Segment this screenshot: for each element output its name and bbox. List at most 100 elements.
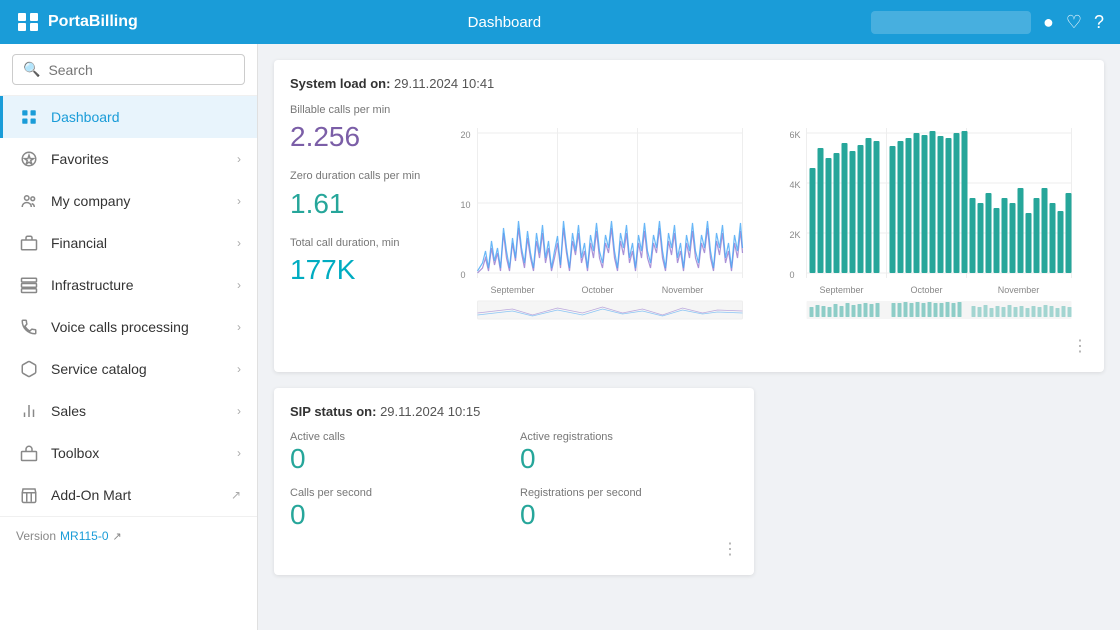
metrics-panel: Billable calls per min 2.256 Zero durati… [290,103,430,328]
sidebar-footer: Version MR115-0 ↗ [0,516,257,555]
sidebar-item-label-financial: Financial [51,235,107,251]
chevron-icon: › [237,446,241,460]
svg-text:0: 0 [461,270,466,280]
chevron-icon: › [237,320,241,334]
chevron-icon: › [237,236,241,250]
svg-text:20: 20 [461,130,471,140]
top-nav-right: ● ♡ ? [871,11,1104,34]
sip-status-title: SIP status on: 29.11.2024 10:15 [290,404,738,419]
sip-metric-calls-per-second: Calls per second 0 [290,487,508,531]
version-link[interactable]: MR115-0 [60,529,108,543]
brand-icon [16,10,40,34]
svg-text:2K: 2K [790,230,801,240]
sidebar-item-favorites[interactable]: Favorites › [0,138,257,180]
metric-billable: Billable calls per min 2.256 [290,103,430,153]
sip-expand-icon[interactable]: ⋮ [722,539,738,559]
version-label: Version [16,529,56,543]
sip-metric-active-calls: Active calls 0 [290,431,508,475]
briefcase-icon [19,233,39,253]
sidebar: 🔍 Dashboard Favorites › [0,44,258,630]
sidebar-item-label-company: My company [51,193,130,209]
sip-status-card: SIP status on: 29.11.2024 10:15 Active c… [274,388,754,575]
star-icon [19,149,39,169]
top-nav: PortaBilling Dashboard ● ♡ ? [0,0,1120,44]
app-brand: PortaBilling [48,13,138,31]
svg-text:0: 0 [790,270,795,280]
brand-area: PortaBilling [16,10,138,34]
sip-card-footer: ⋮ [290,539,738,559]
help-icon[interactable]: ? [1094,12,1104,33]
sidebar-item-label-infrastructure: Infrastructure [51,277,133,293]
sidebar-item-label-toolbox: Toolbox [51,445,99,461]
system-load-title: System load on: 29.11.2024 10:41 [290,76,1088,91]
sip-calls-sec-label: Calls per second [290,487,508,499]
search-input[interactable] [48,62,234,78]
chevron-icon: › [237,152,241,166]
chevron-icon: › [237,404,241,418]
sidebar-item-label-service: Service catalog [51,361,147,377]
svg-text:4K: 4K [790,180,801,190]
sip-metric-active-registrations: Active registrations 0 [520,431,738,475]
sip-active-calls-label: Active calls [290,431,508,443]
sip-metrics-grid: Active calls 0 Active registrations 0 Ca… [290,431,738,531]
svg-text:October: October [910,285,942,295]
metric-total-value: 177K [290,254,430,286]
sidebar-item-label-favorites: Favorites [51,151,109,167]
sidebar-item-label-addon: Add-On Mart [51,487,131,503]
metric-billable-label: Billable calls per min [290,103,430,117]
page-title: Dashboard [468,14,541,31]
sip-active-reg-value: 0 [520,443,738,475]
phone-icon [19,317,39,337]
external-link-icon: ↗ [231,488,241,502]
bell-icon[interactable]: ♡ [1066,12,1082,33]
svg-text:6K: 6K [790,130,801,140]
sip-active-calls-value: 0 [290,443,508,475]
sidebar-item-label-sales: Sales [51,403,86,419]
sidebar-item-financial[interactable]: Financial › [0,222,257,264]
server-icon [19,275,39,295]
cube-icon [19,359,39,379]
sip-reg-sec-label: Registrations per second [520,487,738,499]
sip-reg-sec-value: 0 [520,499,738,531]
toolbox-icon [19,443,39,463]
metric-billable-value: 2.256 [290,121,430,153]
external-link-icon: ↗ [113,530,122,543]
sidebar-item-label-voice: Voice calls processing [51,319,189,335]
sip-active-reg-label: Active registrations [520,431,738,443]
expand-icon[interactable]: ⋮ [1072,336,1088,356]
bar-chart: 6K 4K 2K 0 [775,103,1088,323]
sidebar-item-label-dashboard: Dashboard [51,109,120,125]
search-input-wrap[interactable]: 🔍 [12,54,245,85]
sidebar-item-toolbox[interactable]: Toolbox › [0,432,257,474]
sidebar-item-service-catalog[interactable]: Service catalog › [0,348,257,390]
svg-text:September: September [490,285,534,295]
chart-icon [19,401,39,421]
chevron-icon: › [237,194,241,208]
system-load-card: System load on: 29.11.2024 10:41 Billabl… [274,60,1104,372]
line-chart-area: 20 10 0 [446,103,759,328]
charts-row: Billable calls per min 2.256 Zero durati… [290,103,1088,328]
sidebar-item-dashboard[interactable]: Dashboard [0,96,257,138]
svg-text:November: November [998,285,1040,295]
svg-text:October: October [581,285,613,295]
nav-search-input[interactable] [871,11,1031,34]
system-load-footer: ⋮ [290,336,1088,356]
sidebar-item-sales[interactable]: Sales › [0,390,257,432]
sip-metric-registrations-per-second: Registrations per second 0 [520,487,738,531]
sidebar-item-my-company[interactable]: My company › [0,180,257,222]
metric-total-label: Total call duration, min [290,236,430,250]
sidebar-item-voice-calls[interactable]: Voice calls processing › [0,306,257,348]
user-icon[interactable]: ● [1043,12,1054,33]
chevron-icon: › [237,362,241,376]
svg-text:10: 10 [461,200,471,210]
sidebar-item-addon-mart[interactable]: Add-On Mart ↗ [0,474,257,516]
store-icon [19,485,39,505]
chevron-icon: › [237,278,241,292]
bar-chart-area: 6K 4K 2K 0 [775,103,1088,328]
line-chart: 20 10 0 [446,103,759,323]
sidebar-search-box: 🔍 [0,44,257,96]
search-icon: 🔍 [23,61,40,78]
grid-icon [19,107,39,127]
sidebar-item-infrastructure[interactable]: Infrastructure › [0,264,257,306]
main-content: System load on: 29.11.2024 10:41 Billabl… [258,44,1120,630]
